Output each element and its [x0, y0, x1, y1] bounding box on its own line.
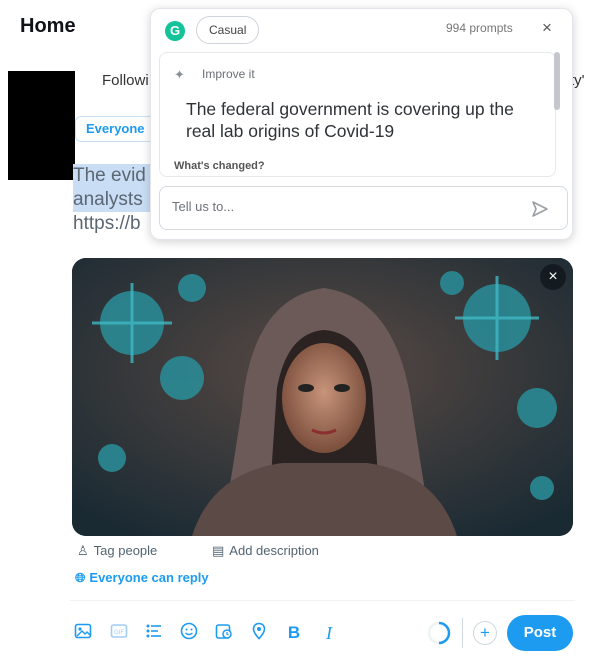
document-icon: ▤: [212, 543, 225, 558]
italic-icon[interactable]: I: [318, 622, 340, 644]
location-icon[interactable]: [248, 622, 270, 644]
emoji-icon[interactable]: [178, 622, 200, 644]
suggestion-card: ✦ Improve it The federal government is c…: [159, 52, 556, 177]
gif-icon[interactable]: GIF: [108, 622, 130, 644]
image-icon[interactable]: [72, 622, 94, 644]
send-icon[interactable]: [531, 200, 549, 218]
character-progress-ring: [427, 621, 451, 645]
tag-people-button[interactable]: ♙ Tag people: [77, 543, 157, 559]
bold-icon[interactable]: B: [283, 622, 305, 644]
hooded-man-illustration: [72, 258, 573, 536]
prompts-count: 994 prompts: [446, 21, 513, 35]
remove-media-icon[interactable]: ×: [540, 264, 566, 290]
prompt-input[interactable]: [172, 199, 502, 214]
post-button[interactable]: Post: [507, 615, 573, 651]
toolbar-separator: [462, 618, 463, 648]
scrollbar[interactable]: [554, 52, 560, 110]
svg-text:GIF: GIF: [114, 630, 124, 636]
schedule-icon[interactable]: [213, 622, 235, 644]
attached-image: [72, 258, 573, 536]
poll-icon[interactable]: [143, 622, 165, 644]
audience-selector[interactable]: Everyone: [75, 116, 156, 142]
whats-changed-link[interactable]: What's changed?: [174, 160, 265, 172]
redacted-avatar: [8, 71, 75, 180]
person-icon: ♙: [77, 543, 89, 558]
grammarly-icon: G: [165, 21, 185, 41]
tab-following[interactable]: Followi: [102, 72, 149, 89]
divider: [70, 600, 575, 601]
grammarly-popup: G Casual 994 prompts × ✦ Improve it The …: [150, 8, 573, 240]
prompt-field[interactable]: [159, 186, 568, 230]
tone-chip[interactable]: Casual: [196, 16, 260, 44]
suggestion-text[interactable]: The federal government is covering up th…: [186, 98, 546, 142]
close-icon[interactable]: ×: [542, 18, 552, 38]
tag-people-label: Tag people: [93, 543, 158, 558]
page-title: Home: [20, 15, 76, 37]
add-description-button[interactable]: ▤ Add description: [212, 543, 319, 559]
improve-label: Improve it: [202, 67, 255, 81]
globe-icon: 🌐︎: [75, 570, 86, 585]
add-description-label: Add description: [229, 543, 319, 558]
reply-setting-button[interactable]: 🌐︎ Everyone can reply: [75, 570, 209, 586]
sparkle-icon: ✦: [174, 67, 185, 82]
reply-setting-label: Everyone can reply: [89, 570, 209, 585]
add-post-button[interactable]: +: [473, 621, 497, 645]
